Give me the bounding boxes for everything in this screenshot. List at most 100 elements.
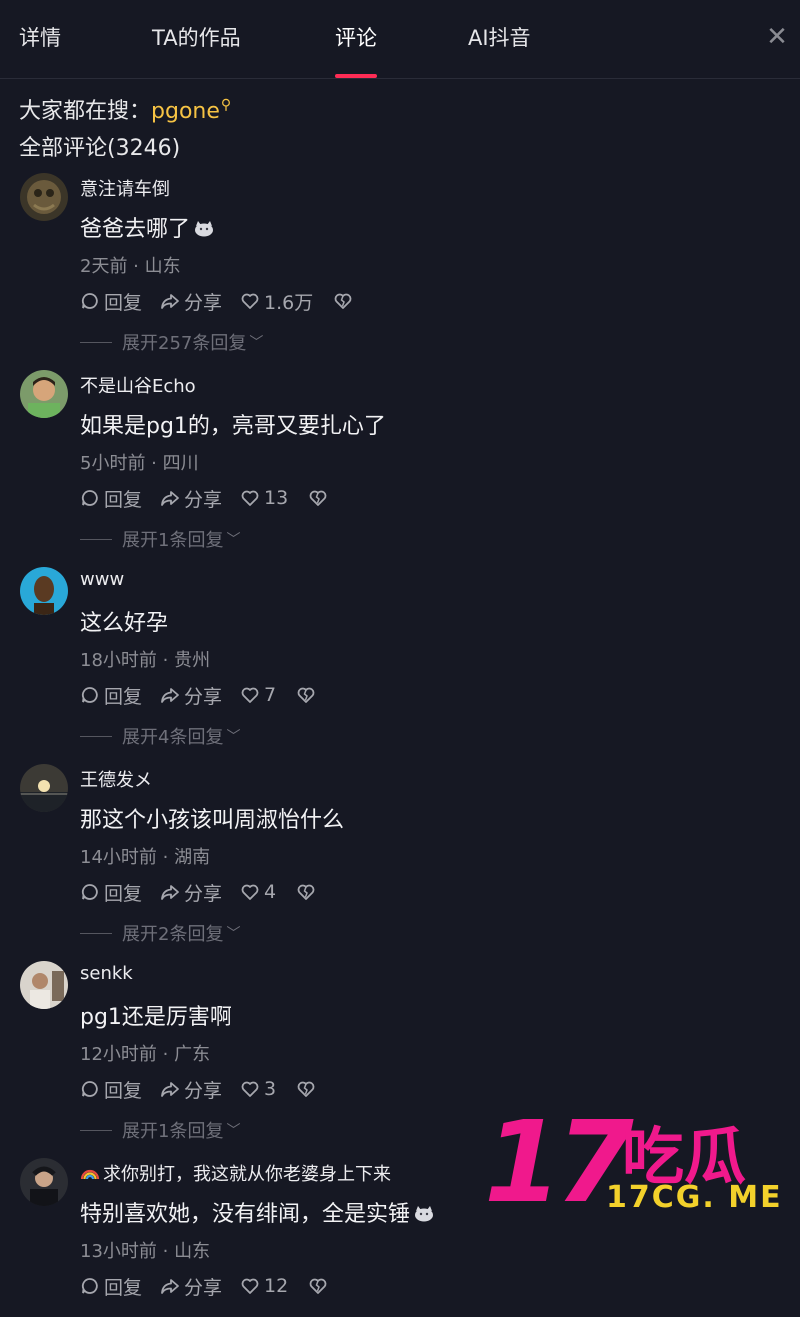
comment-item: 不是山谷Echo 如果是pg1的，亮哥又要扎心了 5小时前 · 四川 回复 分享… bbox=[0, 370, 800, 566]
avatar[interactable] bbox=[20, 1158, 68, 1206]
tab-comments[interactable]: 评论 bbox=[335, 22, 377, 78]
comments-count-title: 全部评论(3246) bbox=[19, 136, 181, 161]
expand-replies-button[interactable]: 展开257条回复 ﹀ bbox=[80, 329, 263, 355]
divider-line bbox=[80, 932, 112, 934]
chevron-down-icon: ﹀ bbox=[226, 926, 241, 942]
share-icon bbox=[161, 294, 179, 309]
comment-username[interactable]: 王德发メ bbox=[80, 766, 152, 792]
broken-heart-icon bbox=[334, 293, 352, 309]
share-icon bbox=[161, 688, 179, 703]
share-button[interactable]: 分享 bbox=[160, 879, 222, 906]
tab-bar: 详情 TA的作品 评论 AI抖音 ✕ bbox=[0, 0, 800, 79]
share-button[interactable]: 分享 bbox=[160, 1273, 222, 1300]
tab-label: 评论 bbox=[335, 26, 377, 50]
heart-icon bbox=[241, 884, 259, 900]
share-button[interactable]: 分享 bbox=[160, 682, 222, 709]
search-keyword: pgone bbox=[151, 99, 220, 124]
divider-line bbox=[80, 1129, 112, 1131]
expand-replies-label: 展开2条回复 bbox=[122, 924, 224, 945]
search-keyword-link[interactable]: pgone⚲ bbox=[151, 97, 232, 124]
tab-details[interactable]: 详情 bbox=[19, 22, 61, 78]
tab-works[interactable]: TA的作品 bbox=[152, 22, 241, 78]
comment-text: 爸爸去哪了 bbox=[80, 211, 214, 243]
avatar[interactable] bbox=[20, 567, 68, 615]
tab-ai-douyin[interactable]: AI抖音 bbox=[468, 22, 531, 78]
chevron-down-icon: ﹀ bbox=[226, 532, 241, 548]
avatar[interactable] bbox=[20, 173, 68, 221]
like-count: 12 bbox=[264, 1275, 289, 1297]
chevron-down-icon: ﹀ bbox=[226, 1123, 241, 1139]
comment-username-text[interactable]: 求你别打，我这就从你老婆身上下来 bbox=[103, 1164, 391, 1185]
comment-meta: 5小时前 · 四川 bbox=[80, 453, 199, 474]
like-button[interactable]: 12 bbox=[240, 1275, 288, 1297]
share-icon bbox=[161, 885, 179, 900]
comment-text: 如果是pg1的，亮哥又要扎心了 bbox=[80, 414, 386, 439]
reply-button[interactable]: 回复 bbox=[80, 1273, 142, 1300]
reply-label: 回复 bbox=[104, 1276, 143, 1299]
share-label: 分享 bbox=[184, 291, 223, 314]
share-button[interactable]: 分享 bbox=[160, 485, 222, 512]
avatar[interactable] bbox=[20, 961, 68, 1009]
comment-actions: 回复 分享 4 bbox=[80, 879, 316, 905]
cat-emoji-icon bbox=[415, 1206, 434, 1222]
tab-label: TA的作品 bbox=[152, 26, 241, 50]
cat-emoji-icon bbox=[195, 221, 214, 237]
heart-icon bbox=[241, 293, 259, 309]
comment-actions: 回复 分享 1.6万 bbox=[80, 288, 353, 314]
share-label: 分享 bbox=[184, 1079, 223, 1102]
reply-label: 回复 bbox=[104, 291, 143, 314]
comment-meta: 18小时前 · 贵州 bbox=[80, 650, 211, 671]
like-button[interactable]: 13 bbox=[240, 487, 288, 509]
reply-button[interactable]: 回复 bbox=[80, 682, 142, 709]
like-button[interactable]: 4 bbox=[240, 881, 276, 903]
dislike-button[interactable] bbox=[296, 882, 316, 902]
comment-item: www 这么好孕 18小时前 · 贵州 回复 分享 7 展开4条回复 ﹀ bbox=[0, 567, 800, 763]
expand-replies-button[interactable]: 展开1条回复 ﹀ bbox=[80, 526, 240, 552]
share-label: 分享 bbox=[184, 1276, 223, 1299]
comment-username[interactable]: senkk bbox=[80, 963, 133, 984]
expand-replies-button[interactable]: 展开1条回复 ﹀ bbox=[80, 1117, 240, 1143]
reply-icon bbox=[81, 293, 98, 309]
comment-username[interactable]: 意注请车倒 bbox=[80, 175, 170, 201]
comment-username[interactable]: www bbox=[80, 569, 124, 590]
share-button[interactable]: 分享 bbox=[160, 288, 222, 315]
close-icon[interactable]: ✕ bbox=[764, 24, 790, 50]
expand-replies-button[interactable]: 展开4条回复 ﹀ bbox=[80, 723, 240, 749]
avatar[interactable] bbox=[20, 370, 68, 418]
avatar[interactable] bbox=[20, 764, 68, 812]
reply-button[interactable]: 回复 bbox=[80, 288, 142, 315]
reply-icon bbox=[81, 490, 98, 506]
like-button[interactable]: 3 bbox=[240, 1078, 276, 1100]
expand-replies-button[interactable]: 展开2条回复 ﹀ bbox=[80, 920, 240, 946]
reply-button[interactable]: 回复 bbox=[80, 879, 142, 906]
reply-button[interactable]: 回复 bbox=[80, 485, 142, 512]
share-label: 分享 bbox=[184, 685, 223, 708]
dislike-button[interactable] bbox=[296, 1079, 316, 1099]
comment-username[interactable]: 不是山谷Echo bbox=[80, 372, 196, 398]
search-icon: ⚲ bbox=[220, 97, 232, 113]
comment-meta: 14小时前 · 湖南 bbox=[80, 847, 211, 868]
dislike-button[interactable] bbox=[308, 1276, 328, 1296]
comment-meta: 2天前 · 山东 bbox=[80, 256, 181, 277]
watermark-site: 17CG. ME bbox=[606, 1180, 783, 1215]
like-button[interactable]: 7 bbox=[240, 684, 276, 706]
divider-line bbox=[80, 735, 112, 737]
like-count: 1.6万 bbox=[264, 291, 314, 314]
dislike-button[interactable] bbox=[333, 291, 353, 311]
like-count: 4 bbox=[264, 881, 277, 903]
share-button[interactable]: 分享 bbox=[160, 1076, 222, 1103]
comment-text: 特别喜欢她，没有绯闻，全是实锤 bbox=[80, 1196, 434, 1228]
comment-item: 王德发メ 那这个小孩该叫周淑怡什么 14小时前 · 湖南 回复 分享 4 展开2… bbox=[0, 764, 800, 960]
reply-button[interactable]: 回复 bbox=[80, 1076, 142, 1103]
reply-icon bbox=[81, 884, 98, 900]
reply-label: 回复 bbox=[104, 882, 143, 905]
broken-heart-icon bbox=[297, 884, 315, 900]
reply-icon bbox=[81, 687, 98, 703]
dislike-button[interactable] bbox=[308, 488, 328, 508]
dislike-button[interactable] bbox=[296, 685, 316, 705]
comment-actions: 回复 分享 7 bbox=[80, 682, 316, 708]
like-button[interactable]: 1.6万 bbox=[240, 288, 313, 315]
comment-actions: 回复 分享 13 bbox=[80, 485, 328, 511]
chevron-down-icon: ﹀ bbox=[249, 335, 264, 351]
divider-line bbox=[80, 538, 112, 540]
